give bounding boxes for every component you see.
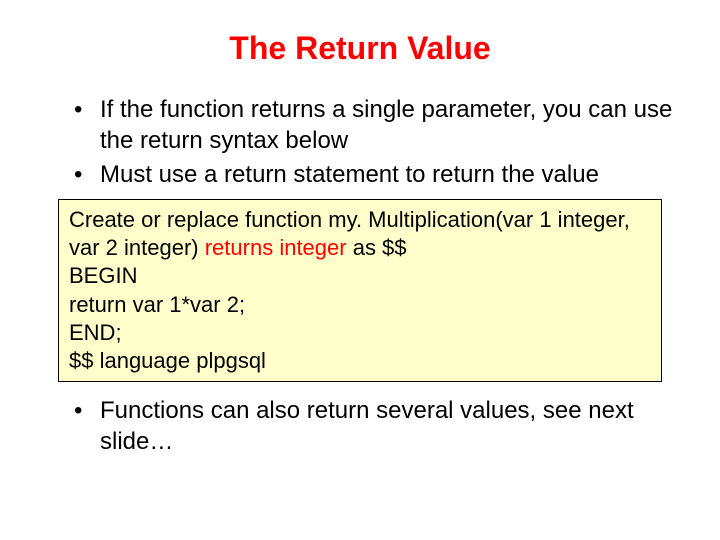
code-line: $$ language plpgsql: [69, 347, 651, 375]
slide: The Return Value If the function returns…: [0, 0, 720, 540]
bullet-item: Functions can also return several values…: [74, 396, 690, 457]
code-line: BEGIN: [69, 262, 651, 290]
code-keyword-returns: returns integer: [205, 235, 347, 260]
code-line: return var 1*var 2;: [69, 291, 651, 319]
bullet-list-bottom: Functions can also return several values…: [74, 396, 690, 457]
bullet-item: Must use a return statement to return th…: [74, 160, 690, 191]
code-line: END;: [69, 319, 651, 347]
bullet-list-top: If the function returns a single paramet…: [74, 95, 690, 191]
code-line: Create or replace function my. Multiplic…: [69, 206, 651, 262]
code-text: as $$: [347, 235, 407, 260]
bullet-item: If the function returns a single paramet…: [74, 95, 690, 156]
code-box: Create or replace function my. Multiplic…: [58, 199, 662, 382]
slide-title: The Return Value: [30, 30, 690, 67]
